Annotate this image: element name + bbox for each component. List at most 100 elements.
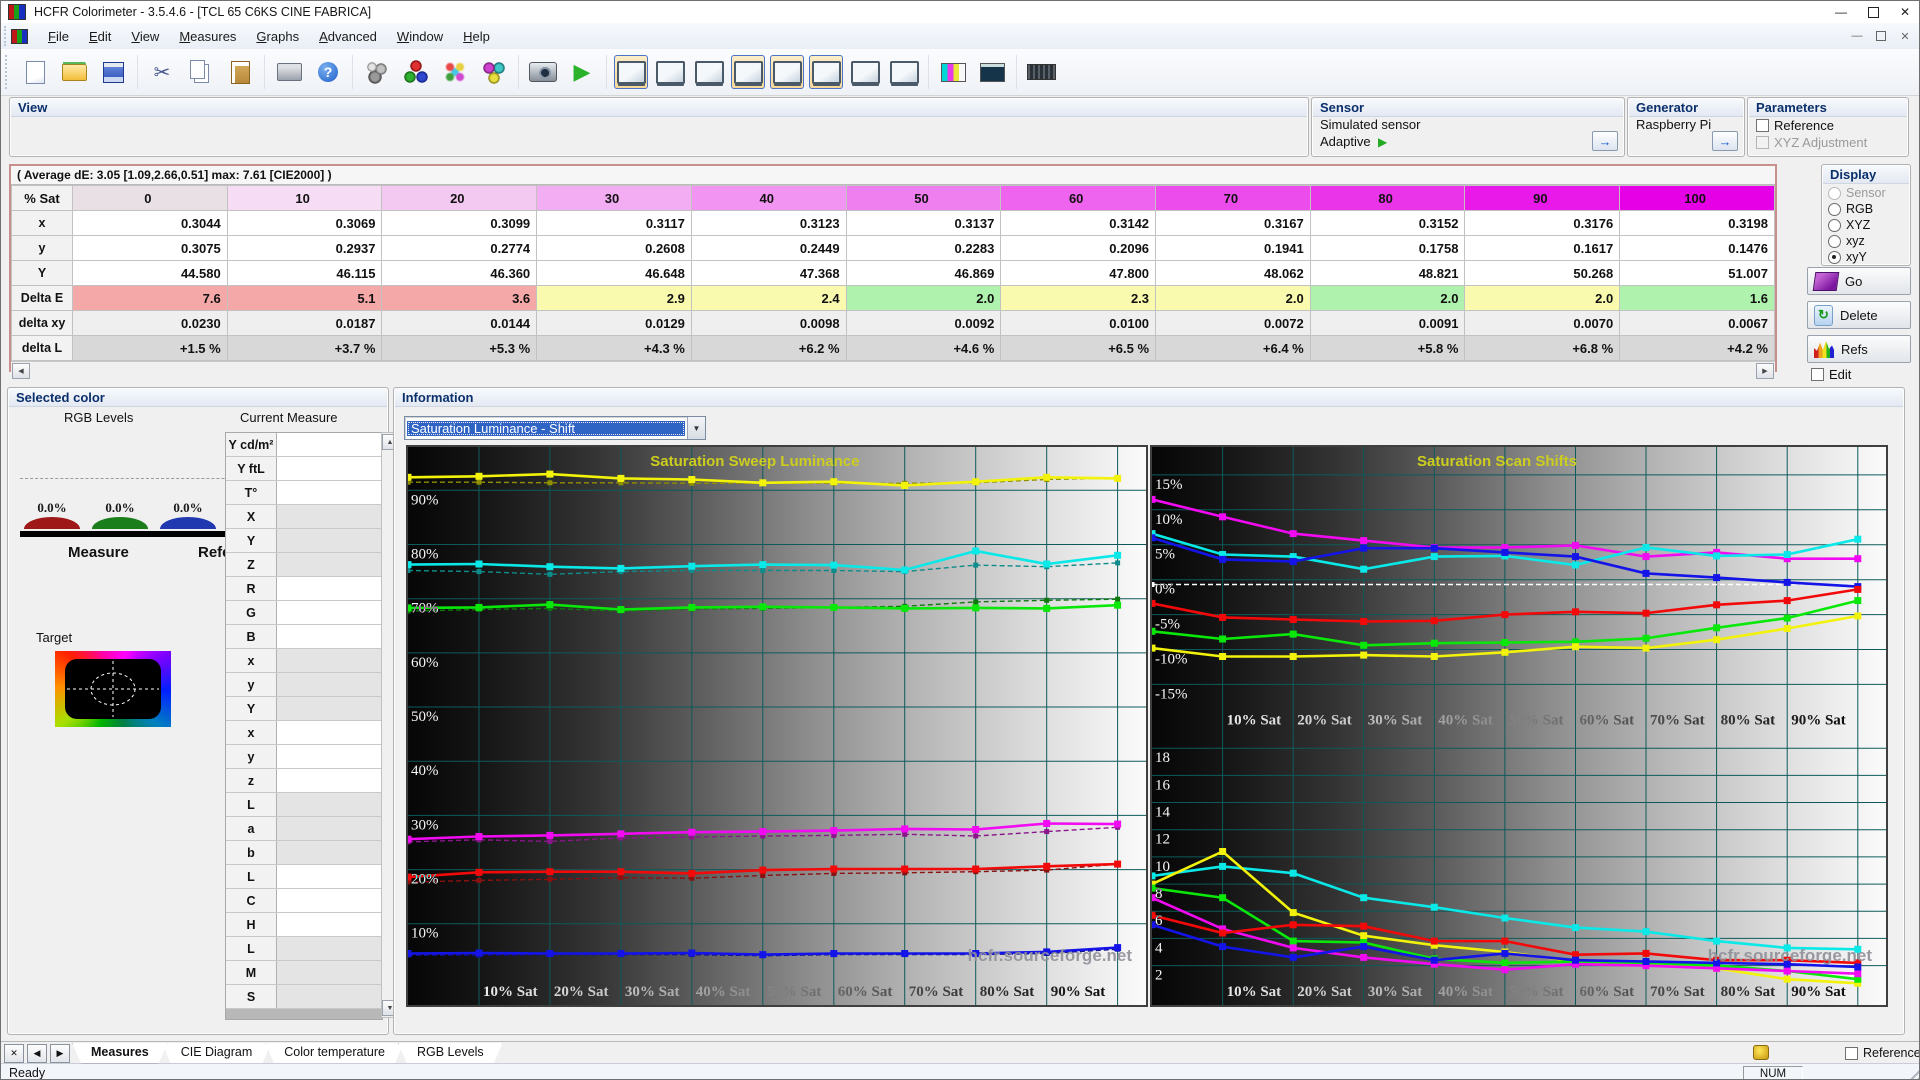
cell-delta-xy-50[interactable]: 0.0092 (845, 310, 1002, 336)
cell-delta-e-50[interactable]: 2.0 (845, 285, 1002, 311)
cell-y-20[interactable]: 46.360 (381, 260, 538, 286)
previous-tab-icon[interactable]: ◀ (27, 1043, 47, 1063)
color-balls-button[interactable] (477, 55, 511, 89)
measure-row-value[interactable] (277, 433, 382, 456)
mdi-minimize-button[interactable]: — (1845, 26, 1869, 46)
cell-x-10[interactable]: 0.3069 (226, 210, 383, 236)
generator-config-button[interactable]: → (1712, 131, 1738, 151)
cell-delta-xy-60[interactable]: 0.0100 (1000, 310, 1157, 336)
measure-row-value[interactable] (277, 721, 382, 744)
minimize-button[interactable]: — (1825, 1, 1857, 23)
measure-row-value[interactable] (277, 505, 382, 528)
cell-delta-l-50[interactable]: +4.6 % (845, 335, 1002, 361)
print-button[interactable] (272, 55, 306, 89)
measure-row-value[interactable] (277, 793, 382, 816)
cell-delta-e-20[interactable]: 3.6 (381, 285, 538, 311)
scroll-left-icon[interactable]: ◀ (12, 363, 30, 379)
measure-row-value[interactable] (277, 841, 382, 864)
tab-color-temperature[interactable]: Color temperature (265, 1043, 404, 1064)
next-tab-icon[interactable]: ▶ (50, 1043, 70, 1063)
new-file-button[interactable] (18, 55, 52, 89)
cell-y-30[interactable]: 0.2608 (536, 235, 692, 261)
cell-y-50[interactable]: 0.2283 (845, 235, 1002, 261)
resize-grip[interactable] (1905, 1066, 1919, 1079)
cell-delta-e-30[interactable]: 2.9 (536, 285, 692, 311)
measure-row-value[interactable] (277, 457, 382, 480)
measure-row-value[interactable] (277, 889, 382, 912)
cell-delta-xy-70[interactable]: 0.0072 (1155, 310, 1311, 336)
cell-x-60[interactable]: 0.3142 (1000, 210, 1157, 236)
measure-row-value[interactable] (277, 673, 382, 696)
menu-edit[interactable]: Edit (79, 26, 121, 47)
cell-delta-xy-100[interactable]: 0.0067 (1619, 310, 1775, 336)
cell-delta-l-20[interactable]: +5.3 % (381, 335, 538, 361)
display-option-xyz[interactable]: XYZ (1822, 217, 1910, 233)
measure-row-value[interactable] (277, 577, 382, 600)
cell-delta-xy-0[interactable]: 0.0230 (72, 310, 228, 336)
measure-row-value[interactable] (277, 961, 382, 984)
cell-y-100[interactable]: 0.1476 (1619, 235, 1775, 261)
cell-y-80[interactable]: 48.821 (1309, 260, 1466, 286)
menu-graphs[interactable]: Graphs (246, 26, 309, 47)
save-button[interactable] (96, 55, 130, 89)
scroll-right-icon[interactable]: ▶ (1756, 363, 1774, 379)
cut-button[interactable]: ✂ (145, 55, 179, 89)
radio-icon[interactable] (1828, 234, 1841, 248)
measure-row-value[interactable] (277, 745, 382, 768)
cell-y-10[interactable]: 46.115 (226, 260, 383, 286)
bottom-reference-checkbox[interactable]: Reference (1845, 1046, 1919, 1060)
cell-delta-l-70[interactable]: +6.4 % (1155, 335, 1311, 361)
cell-y-70[interactable]: 48.062 (1155, 260, 1311, 286)
cell-delta-l-40[interactable]: +6.2 % (690, 335, 847, 361)
close-view-button[interactable]: ✕ (4, 1043, 24, 1063)
measure-row-value[interactable] (277, 529, 382, 552)
monitor-chart-button-5[interactable] (770, 55, 804, 89)
gray-balls-button[interactable] (360, 55, 394, 89)
cell-delta-e-80[interactable]: 2.0 (1309, 285, 1466, 311)
cell-x-40[interactable]: 0.3123 (690, 210, 847, 236)
refs-button[interactable]: Refs (1807, 335, 1911, 363)
tab-measures[interactable]: Measures (72, 1043, 168, 1064)
cell-delta-l-0[interactable]: +1.5 % (72, 335, 228, 361)
information-view-select[interactable]: Saturation Luminance - Shift ▼ (404, 416, 706, 440)
tab-rgb-levels[interactable]: RGB Levels (398, 1043, 503, 1064)
sensor-config-button[interactable]: → (1592, 131, 1618, 151)
table-horizontal-scrollbar[interactable]: ◀ ▶ (11, 361, 1775, 379)
cell-x-80[interactable]: 0.3152 (1309, 210, 1466, 236)
cell-x-20[interactable]: 0.3099 (381, 210, 538, 236)
monitor-chart-button-2[interactable] (653, 55, 687, 89)
cell-y-10[interactable]: 0.2937 (226, 235, 383, 261)
measure-row-value[interactable] (277, 913, 382, 936)
camera-button[interactable] (526, 55, 560, 89)
cell-delta-e-90[interactable]: 2.0 (1464, 285, 1621, 311)
monitor-chart-button-4[interactable] (731, 55, 765, 89)
reference-checkbox[interactable]: Reference (1756, 118, 1834, 133)
menu-help[interactable]: Help (453, 26, 500, 47)
cell-y-40[interactable]: 47.368 (690, 260, 847, 286)
cell-y-30[interactable]: 46.648 (536, 260, 692, 286)
measure-row-value[interactable] (277, 937, 382, 960)
display-option-rgb[interactable]: RGB (1822, 201, 1910, 217)
radio-icon[interactable] (1828, 202, 1841, 216)
cell-y-100[interactable]: 51.007 (1619, 260, 1775, 286)
cell-delta-e-0[interactable]: 7.6 (72, 285, 228, 311)
waveform-button[interactable] (975, 55, 1009, 89)
cell-x-30[interactable]: 0.3117 (536, 210, 692, 236)
cell-delta-l-90[interactable]: +6.8 % (1464, 335, 1621, 361)
tab-cie-diagram[interactable]: CIE Diagram (162, 1043, 272, 1064)
cell-delta-l-60[interactable]: +6.5 % (1000, 335, 1157, 361)
mdi-restore-button[interactable] (1869, 26, 1893, 46)
measure-row-value[interactable] (277, 985, 382, 1008)
edit-checkbox[interactable]: Edit (1811, 367, 1851, 382)
cell-delta-xy-10[interactable]: 0.0187 (226, 310, 383, 336)
cell-x-100[interactable]: 0.3198 (1619, 210, 1775, 236)
cell-delta-l-10[interactable]: +3.7 % (226, 335, 383, 361)
cell-y-90[interactable]: 50.268 (1464, 260, 1621, 286)
color-wheel-balls-button[interactable] (438, 55, 472, 89)
display-option-xyz[interactable]: xyz (1822, 233, 1910, 249)
cell-delta-e-70[interactable]: 2.0 (1155, 285, 1311, 311)
saturation-data-grid[interactable]: % Sat 0 10 20 30 40 50 60 70 80 90 100 x 0.3044 0.3069… (11, 185, 1775, 361)
menu-window[interactable]: Window (387, 26, 453, 47)
cell-y-90[interactable]: 0.1617 (1464, 235, 1621, 261)
play-button[interactable]: ▶ (565, 55, 599, 89)
